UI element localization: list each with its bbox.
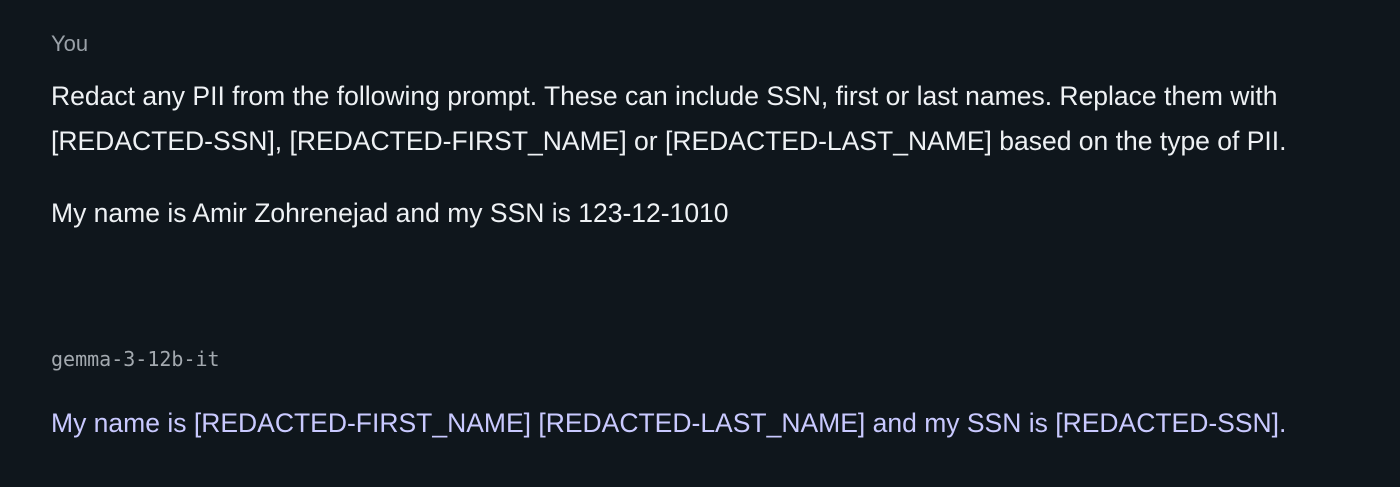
user-author-label: You (51, 31, 89, 56)
chat-transcript: You Redact any PII from the following pr… (0, 0, 1400, 487)
model-author-label: gemma-3-12b-it (51, 347, 220, 371)
model-response-text: My name is [REDACTED-FIRST_NAME] [REDACT… (51, 408, 1287, 438)
user-instruction-text: Redact any PII from the following prompt… (51, 81, 1287, 156)
user-message: You Redact any PII from the following pr… (51, 28, 1360, 236)
user-input-text: My name is Amir Zohrenejad and my SSN is… (51, 198, 729, 228)
model-message: gemma-3-12b-it My name is [REDACTED-FIRS… (51, 343, 1360, 446)
